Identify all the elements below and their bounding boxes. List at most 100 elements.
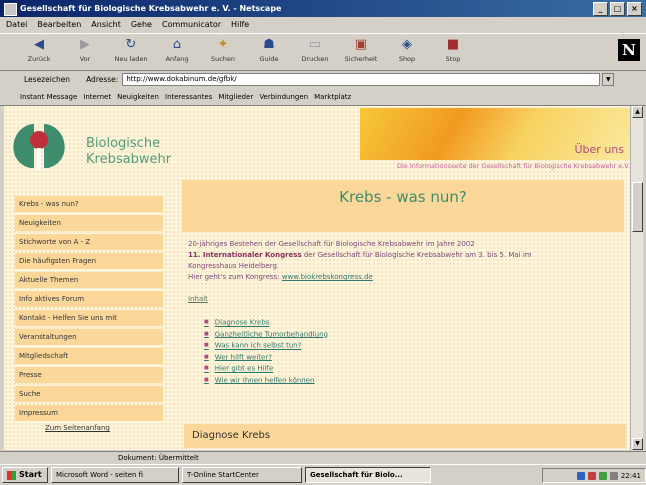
print-button[interactable]: ▭ Drucken	[292, 34, 338, 68]
toc-item[interactable]: Hier gibt es Hilfe	[204, 363, 620, 375]
guide-button[interactable]: ☗ Guide	[246, 34, 292, 68]
back-to-top-link[interactable]: Zum Seitenanfang	[45, 424, 163, 432]
personal-item-interesting[interactable]: Interessantes	[165, 93, 212, 101]
toc-item[interactable]: Wer hilft weiter?	[204, 352, 620, 364]
nav-item-forum[interactable]: Info aktives Forum	[15, 291, 163, 307]
nav-item-aktuelle-themen[interactable]: Aktuelle Themen	[15, 272, 163, 288]
intro-line-3: Kongresshaus Heidelberg	[188, 262, 277, 270]
nav-item-impressum[interactable]: Impressum	[15, 405, 163, 421]
close-button[interactable]: ×	[627, 2, 642, 16]
bookmarks-button[interactable]: Lesezeichen	[24, 75, 70, 84]
tray-app-icon[interactable]	[598, 471, 607, 480]
personal-item-news[interactable]: Neuigkeiten	[117, 93, 159, 101]
forward-arrow-icon: ▶	[80, 37, 90, 52]
nav-item-presse[interactable]: Presse	[15, 367, 163, 383]
nav-item-mitgliedschaft[interactable]: Mitgliedschaft	[15, 348, 163, 364]
back-button[interactable]: ◀ Zurück	[16, 34, 62, 68]
page-heading-box: Krebs - was nun?	[182, 180, 624, 232]
start-button[interactable]: Start	[2, 467, 48, 483]
section-heading-box: Diagnose Krebs	[184, 424, 626, 448]
nav-item-stichworte[interactable]: Stichworte von A - Z	[15, 234, 163, 250]
personal-item-connections[interactable]: Verbindungen	[259, 93, 308, 101]
intro-line-2: 11. Internationaler Kongress der Gesells…	[188, 251, 532, 259]
reload-button[interactable]: ↻ Neu laden	[108, 34, 154, 68]
nav-item-krebs-was-nun[interactable]: Krebs - was nun?	[15, 196, 163, 212]
location-bar: Lesezeichen Adresse: ▼	[0, 70, 646, 88]
tray-antivirus-icon[interactable]	[587, 471, 596, 480]
congress-highlight: 11. Internationaler Kongress	[188, 251, 302, 259]
stop-button[interactable]: ■ Stop	[430, 34, 476, 68]
taskbar-item-netscape[interactable]: Gesellschaft für Biolo...	[305, 467, 431, 483]
nav-item-neuigkeiten[interactable]: Neuigkeiten	[15, 215, 163, 231]
window-title: Gesellschaft für Biologische Krebsabwehr…	[20, 4, 282, 13]
toc-item[interactable]: Diagnose Krebs	[204, 317, 620, 329]
shop-button[interactable]: ◈ Shop	[384, 34, 430, 68]
nav-item-kontakt[interactable]: Kontakt - Helfen Sie uns mit	[15, 310, 163, 326]
taskbar-item-word[interactable]: Microsoft Word - seiten fi	[51, 467, 179, 483]
shop-icon: ◈	[402, 37, 412, 52]
address-dropdown-icon[interactable]: ▼	[602, 72, 615, 86]
reload-icon: ↻	[125, 37, 137, 52]
window-titlebar[interactable]: Gesellschaft für Biologische Krebsabwehr…	[0, 0, 646, 17]
stop-icon: ■	[446, 37, 460, 52]
guide-icon: ☗	[263, 37, 275, 52]
personal-item-members[interactable]: Mitglieder	[218, 93, 253, 101]
personal-toolbar: Instant Message Internet Neuigkeiten Int…	[0, 89, 646, 106]
nav-item-fragen[interactable]: Die häufigsten Fragen	[15, 253, 163, 269]
taskbar-item-tonline[interactable]: T-Online StartCenter	[182, 467, 302, 483]
header-banner: Über uns	[360, 108, 630, 160]
system-tray: 22:41	[542, 468, 646, 483]
contents-label[interactable]: Inhalt	[188, 294, 620, 305]
maximize-button[interactable]: □	[610, 2, 625, 16]
personal-item-instant-message[interactable]: Instant Message	[20, 93, 77, 101]
address-label: Adresse:	[86, 74, 119, 84]
site-tagline: Die Informationsseite der Gesellschaft f…	[396, 162, 630, 170]
scroll-up-icon[interactable]: ▲	[632, 106, 643, 118]
tray-clock[interactable]: 22:41	[621, 472, 641, 480]
status-text: Dokument: Übermittelt	[118, 454, 199, 462]
toc-item[interactable]: Was kann ich selbst tun?	[204, 340, 620, 352]
toc-item[interactable]: Wie wir Ihnen helfen können	[204, 375, 620, 387]
netscape-app-icon	[4, 3, 17, 16]
menu-bar: Datei Bearbeiten Ansicht Gehe Communicat…	[0, 17, 646, 32]
windows-flag-icon	[7, 470, 16, 480]
tray-volume-icon[interactable]	[609, 471, 618, 480]
intro-line-4: Hier geht's zum Kongress: www.biokrebsko…	[188, 273, 373, 281]
status-bar: Dokument: Übermittelt	[0, 451, 646, 464]
menu-communicator[interactable]: Communicator	[162, 20, 221, 29]
sidebar-nav: Krebs - was nun? Neuigkeiten Stichworte …	[15, 196, 163, 432]
scrollbar-thumb[interactable]	[632, 182, 643, 232]
address-input[interactable]	[122, 72, 601, 86]
home-button[interactable]: ⌂ Anfang	[154, 34, 200, 68]
tray-network-icon[interactable]	[576, 471, 585, 480]
home-icon: ⌂	[172, 37, 182, 52]
page-viewport[interactable]: Biologische Krebsabwehr Über uns Die Inf…	[4, 106, 630, 450]
logo-wordmark: Biologische Krebsabwehr	[86, 136, 172, 167]
minimize-button[interactable]: _	[593, 2, 608, 16]
nav-item-suche[interactable]: Suche	[15, 386, 163, 402]
congress-link[interactable]: www.biokrebskongress.de	[282, 273, 373, 281]
menu-edit[interactable]: Bearbeiten	[37, 20, 81, 29]
menu-go[interactable]: Gehe	[131, 20, 152, 29]
about-us-link[interactable]: Über uns	[575, 143, 625, 156]
personal-item-internet[interactable]: Internet	[83, 93, 111, 101]
menu-view[interactable]: Ansicht	[91, 20, 121, 29]
main-content: 20-jähriges Bestehen der Gesellschaft fü…	[188, 239, 620, 386]
biologische-krebsabwehr-logo[interactable]	[8, 118, 70, 176]
personal-item-marketplace[interactable]: Marktplatz	[314, 93, 351, 101]
print-icon: ▭	[308, 37, 322, 52]
search-button[interactable]: ✦ Suchen	[200, 34, 246, 68]
netscape-logo[interactable]: N	[618, 39, 640, 61]
nav-item-veranstaltungen[interactable]: Veranstaltungen	[15, 329, 163, 345]
menu-file[interactable]: Datei	[6, 20, 27, 29]
vertical-scrollbar[interactable]: ▲ ▼	[630, 106, 643, 450]
scroll-down-icon[interactable]: ▼	[632, 438, 643, 450]
page-title: Krebs - was nun?	[339, 188, 467, 206]
forward-button[interactable]: ▶ Vor	[62, 34, 108, 68]
section-heading: Diagnose Krebs	[192, 430, 271, 441]
security-button[interactable]: ▣ Sicherheit	[338, 34, 384, 68]
table-of-contents: Diagnose Krebs Ganzheitliche Tumorbehand…	[204, 317, 620, 386]
menu-help[interactable]: Hilfe	[231, 20, 249, 29]
navigation-toolbar: ◀ Zurück ▶ Vor ↻ Neu laden ⌂ Anfang ✦ Suchen …	[0, 33, 646, 71]
toc-item[interactable]: Ganzheitliche Tumorbehandlung	[204, 329, 620, 341]
